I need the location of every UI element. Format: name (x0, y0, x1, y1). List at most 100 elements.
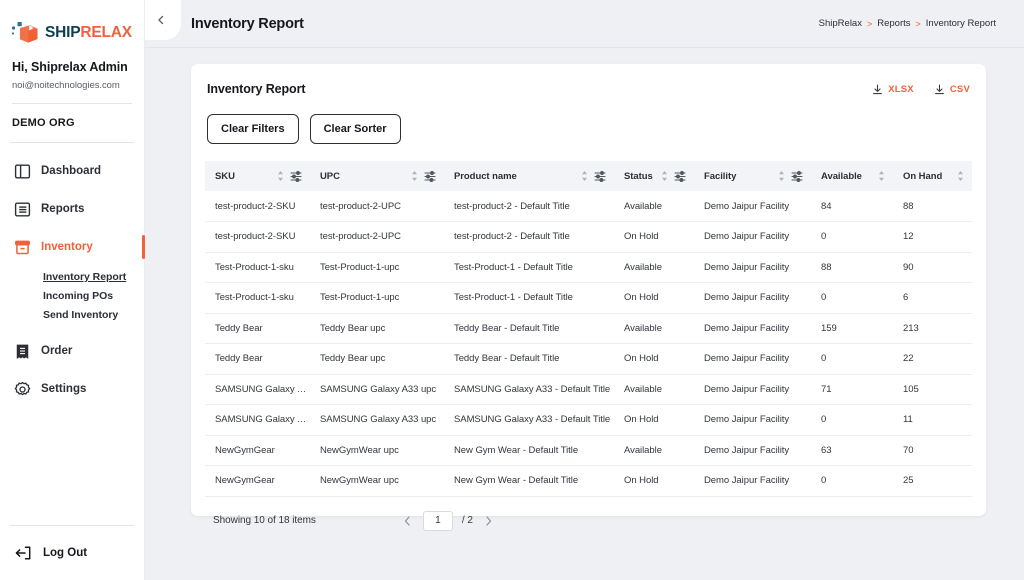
sidebar-item-incoming-pos[interactable]: Incoming POs (43, 287, 134, 306)
column-header-status[interactable]: Status (614, 161, 694, 191)
table-row[interactable]: SAMSUNG Galaxy A33SAMSUNG Galaxy A33 upc… (205, 405, 972, 436)
sort-icon[interactable] (778, 170, 785, 182)
column-header-product-name[interactable]: Product name (444, 161, 614, 191)
sidebar-item-inventory-report[interactable]: Inventory Report (43, 268, 134, 287)
column-header-available[interactable]: Available (811, 161, 893, 191)
breadcrumb-item-reports[interactable]: Reports (877, 18, 910, 29)
cell-on_hand: 25 (893, 466, 972, 497)
sidebar-item-settings[interactable]: Settings (10, 373, 134, 405)
cell-status: On Hold (614, 405, 694, 436)
filter-icon[interactable] (290, 170, 302, 182)
page-title: Inventory Report (191, 16, 304, 32)
sort-icon[interactable] (957, 170, 964, 182)
cell-upc: Test-Product-1-upc (310, 252, 444, 283)
sidebar-item-label: Reports (41, 203, 84, 215)
brand-name-part1: SHIP (45, 24, 80, 41)
breadcrumb-item-shiprelax[interactable]: ShipRelax (819, 18, 862, 29)
column-header-sku[interactable]: SKU (205, 161, 310, 191)
column-label: Product name (454, 171, 517, 182)
cell-facility: Demo Jaipur Facility (694, 283, 811, 314)
column-header-on-hand[interactable]: On Hand (893, 161, 972, 191)
brand-logo[interactable]: SHIPRELAX (0, 0, 144, 46)
sidebar-collapse-button[interactable] (149, 8, 173, 32)
sidebar-subnav-inventory: Inventory Report Incoming POs Send Inven… (10, 268, 134, 325)
table-row[interactable]: SAMSUNG Galaxy A33SAMSUNG Galaxy A33 upc… (205, 374, 972, 405)
brand-wordmark: SHIPRELAX (45, 24, 132, 42)
sidebar-item-label: Order (41, 345, 72, 357)
sidebar-nav: Dashboard Reports (10, 142, 134, 411)
filter-icon[interactable] (424, 170, 436, 182)
column-label: Status (624, 171, 653, 182)
chevron-left-icon (155, 14, 167, 26)
gear-icon (14, 381, 31, 398)
pagination-count: Showing 10 of 18 items (213, 515, 316, 526)
export-xlsx-button[interactable]: XLSX (872, 84, 914, 95)
card-header: Inventory Report XLSX (205, 78, 972, 96)
org-name: DEMO ORG (0, 104, 144, 129)
sidebar-item-reports[interactable]: Reports (10, 193, 134, 225)
clear-filters-button[interactable]: Clear Filters (207, 114, 299, 144)
table-row[interactable]: Teddy BearTeddy Bear upcTeddy Bear - Def… (205, 344, 972, 375)
logout-label: Log Out (43, 547, 87, 559)
filter-icon[interactable] (594, 170, 606, 182)
reports-icon (14, 201, 31, 218)
table-row[interactable]: test-product-2-SKUtest-product-2-UPCtest… (205, 191, 972, 222)
inventory-table: SKU (205, 161, 972, 497)
pagination-prev-button[interactable] (401, 515, 414, 527)
table-row[interactable]: test-product-2-SKUtest-product-2-UPCtest… (205, 222, 972, 253)
cell-product_name: SAMSUNG Galaxy A33 - Default Title (444, 374, 614, 405)
export-actions: XLSX CSV (872, 84, 970, 95)
sort-icon[interactable] (411, 170, 418, 182)
filter-icon[interactable] (674, 170, 686, 182)
cell-product_name: Teddy Bear - Default Title (444, 344, 614, 375)
cell-available: 0 (811, 222, 893, 253)
cell-status: On Hold (614, 466, 694, 497)
sort-icon[interactable] (661, 170, 668, 182)
app-root: SHIPRELAX Hi, Shiprelax Admin noi@noitec… (0, 0, 1024, 580)
table-row[interactable]: NewGymGearNewGymWear upcNew Gym Wear - D… (205, 466, 972, 497)
sidebar-item-label: Dashboard (41, 165, 101, 177)
export-csv-button[interactable]: CSV (934, 84, 970, 95)
sidebar-item-order[interactable]: Order (10, 335, 134, 367)
cell-sku: SAMSUNG Galaxy A33 (205, 374, 310, 405)
table-row[interactable]: NewGymGearNewGymWear upcNew Gym Wear - D… (205, 435, 972, 466)
table-row[interactable]: Test-Product-1-skuTest-Product-1-upcTest… (205, 252, 972, 283)
cell-sku: NewGymGear (205, 435, 310, 466)
logout-button[interactable]: Log Out (0, 526, 144, 580)
cell-status: On Hold (614, 344, 694, 375)
inventory-box-icon (14, 239, 31, 256)
sidebar-item-label: Settings (41, 383, 86, 395)
dashboard-icon (14, 163, 31, 180)
cell-sku: Teddy Bear (205, 344, 310, 375)
column-label: On Hand (903, 171, 942, 182)
sort-icon[interactable] (277, 170, 284, 182)
clear-sorter-button[interactable]: Clear Sorter (310, 114, 401, 144)
pagination-page-input[interactable] (423, 511, 453, 531)
pagination-next-button[interactable] (482, 515, 495, 527)
sidebar-item-dashboard[interactable]: Dashboard (10, 155, 134, 187)
sidebar-item-send-inventory[interactable]: Send Inventory (43, 306, 134, 325)
cell-on_hand: 105 (893, 374, 972, 405)
cell-upc: test-product-2-UPC (310, 222, 444, 253)
cell-on_hand: 213 (893, 313, 972, 344)
table-row[interactable]: Teddy BearTeddy Bear upcTeddy Bear - Def… (205, 313, 972, 344)
cell-sku: NewGymGear (205, 466, 310, 497)
sidebar-item-label: Inventory (41, 241, 93, 253)
sort-icon[interactable] (581, 170, 588, 182)
cell-upc: Test-Product-1-upc (310, 283, 444, 314)
shiprelax-package-icon (10, 20, 40, 46)
column-header-facility[interactable]: Facility (694, 161, 811, 191)
column-label: SKU (215, 171, 235, 182)
cell-product_name: test-product-2 - Default Title (444, 222, 614, 253)
filter-icon[interactable] (791, 170, 803, 182)
column-label: Facility (704, 171, 736, 182)
table-row[interactable]: Test-Product-1-skuTest-Product-1-upcTest… (205, 283, 972, 314)
column-controls (277, 170, 302, 182)
cell-on_hand: 11 (893, 405, 972, 436)
sort-icon[interactable] (878, 170, 885, 182)
cell-facility: Demo Jaipur Facility (694, 374, 811, 405)
download-icon (934, 84, 945, 95)
column-header-upc[interactable]: UPC (310, 161, 444, 191)
table-head: SKU (205, 161, 972, 191)
sidebar-item-inventory[interactable]: Inventory (10, 231, 134, 263)
